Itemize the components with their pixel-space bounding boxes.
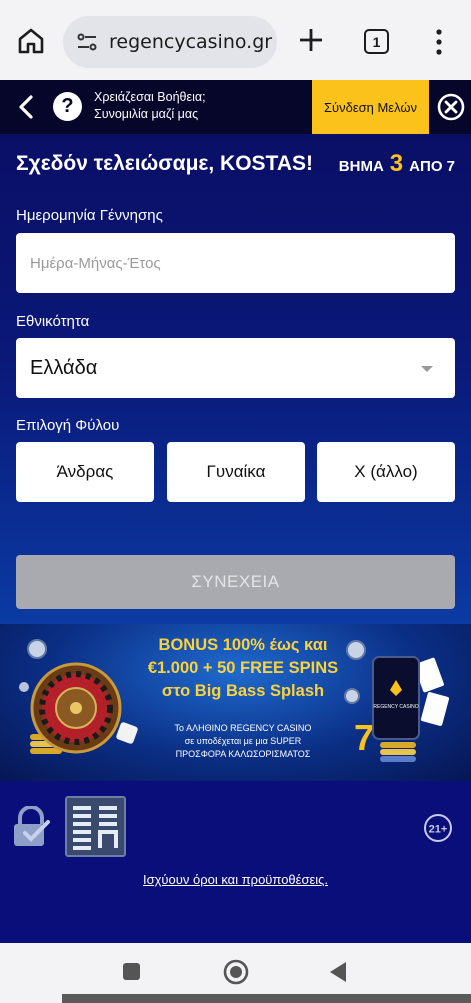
promo-sub-2: σε υποδέχεται με μια SUPER — [184, 736, 302, 746]
back-arrow-icon[interactable] — [14, 93, 40, 121]
system-nav-bar — [0, 943, 471, 1003]
help-icon[interactable]: ? — [53, 92, 82, 121]
close-icon[interactable] — [437, 93, 465, 121]
more-menu-icon[interactable] — [432, 28, 446, 56]
dob-input[interactable] — [16, 233, 455, 293]
gender-female-button[interactable]: Γυναίκα — [167, 442, 305, 502]
help-line-1: Χρειάζεσαι Βοήθεια; — [94, 90, 206, 104]
browser-toolbar: regencycasino.gr 1 — [0, 0, 471, 80]
step-prefix: ΒΗΜΑ — [338, 158, 384, 175]
nationality-value: Ελλάδα — [30, 356, 98, 379]
gender-label: Επιλογή Φύλου — [16, 417, 120, 434]
promo-line-3: στο Big Bass Splash — [161, 682, 325, 700]
gender-other-button[interactable]: Χ (άλλο) — [317, 442, 455, 502]
help-chat-link[interactable]: Χρειάζεσαι Βοήθεια; Συνομιλία μαζί μας — [94, 89, 206, 123]
nationality-select[interactable]: Ελλάδα — [16, 338, 455, 398]
age-badge-text: 21+ — [429, 824, 448, 836]
url-text: regencycasino.gr — [109, 31, 273, 53]
eeep-logo — [65, 796, 126, 857]
promo-subtext: Το ΑΛΗΘΙΝΟ REGENCY CASINO σε υποδέχεται … — [148, 722, 338, 761]
recents-icon[interactable] — [123, 963, 140, 980]
promo-line-2: €1.000 + 50 FREE SPINS — [147, 659, 339, 677]
page-title: Σχεδόν τελειώσαμε, KOSTAS! — [16, 152, 313, 175]
address-bar[interactable]: regencycasino.gr — [63, 16, 277, 68]
promo-line-1: BONUS 100% έως και — [158, 636, 328, 654]
member-login-button[interactable]: Σύνδεση Μελών — [312, 80, 429, 134]
promo-sub-3: ΠΡΟΣΦΟΡΑ ΚΑΛΩΣΟΡΙΣΜΑΤΟΣ — [175, 749, 311, 759]
help-line-2: Συνομιλία μαζί μας — [94, 107, 199, 121]
site-footer: 21+ Ισχύουν όροι και προϋποθέσεις. — [0, 781, 471, 943]
terms-link[interactable]: Ισχύουν όροι και προϋποθέσεις. — [0, 872, 471, 887]
eeep-logo-mark — [73, 806, 118, 850]
step-current: 3 — [389, 150, 404, 177]
promo-sub-1: Το ΑΛΗΘΙΝΟ REGENCY CASINO — [174, 723, 312, 733]
nationality-label: Εθνικότητα — [16, 313, 90, 330]
phone-brand-text: REGENCY CASINO — [373, 704, 418, 710]
site-settings-icon[interactable] — [75, 30, 99, 54]
dob-label: Ημερομηνία Γέννησης — [16, 207, 163, 224]
promo-headline: BONUS 100% έως και €1.000 + 50 FREE SPIN… — [128, 634, 358, 703]
phone-image: REGENCY CASINO — [372, 656, 420, 740]
new-tab-icon[interactable] — [298, 27, 324, 53]
home-icon[interactable] — [16, 26, 46, 56]
chevron-down-icon — [421, 366, 433, 372]
promo-banner[interactable]: 7 BONUS 100% έως και €1.000 + 50 FREE SP… — [0, 624, 471, 781]
tab-switcher-button[interactable]: 1 — [364, 29, 389, 54]
nav-back-icon[interactable] — [328, 961, 348, 983]
age-restriction-badge: 21+ — [424, 814, 452, 842]
gesture-strip — [62, 994, 471, 1003]
gender-male-button[interactable]: Άνδρας — [16, 442, 154, 502]
site-header: ? Χρειάζεσαι Βοήθεια; Συνομιλία μαζί μας… — [0, 80, 471, 134]
step-indicator: ΒΗΜΑ 3 ΑΠΟ 7 — [339, 150, 455, 178]
nav-home-icon[interactable] — [223, 959, 249, 985]
roulette-wheel-image — [30, 662, 122, 754]
continue-button[interactable]: ΣΥΝΕΧΕΙΑ — [16, 555, 455, 609]
secure-lock-icon — [14, 806, 50, 846]
step-suffix: ΑΠΟ 7 — [409, 158, 455, 175]
registration-form: Σχεδόν τελειώσαμε, KOSTAS! ΒΗΜΑ 3 ΑΠΟ 7 … — [0, 134, 471, 624]
